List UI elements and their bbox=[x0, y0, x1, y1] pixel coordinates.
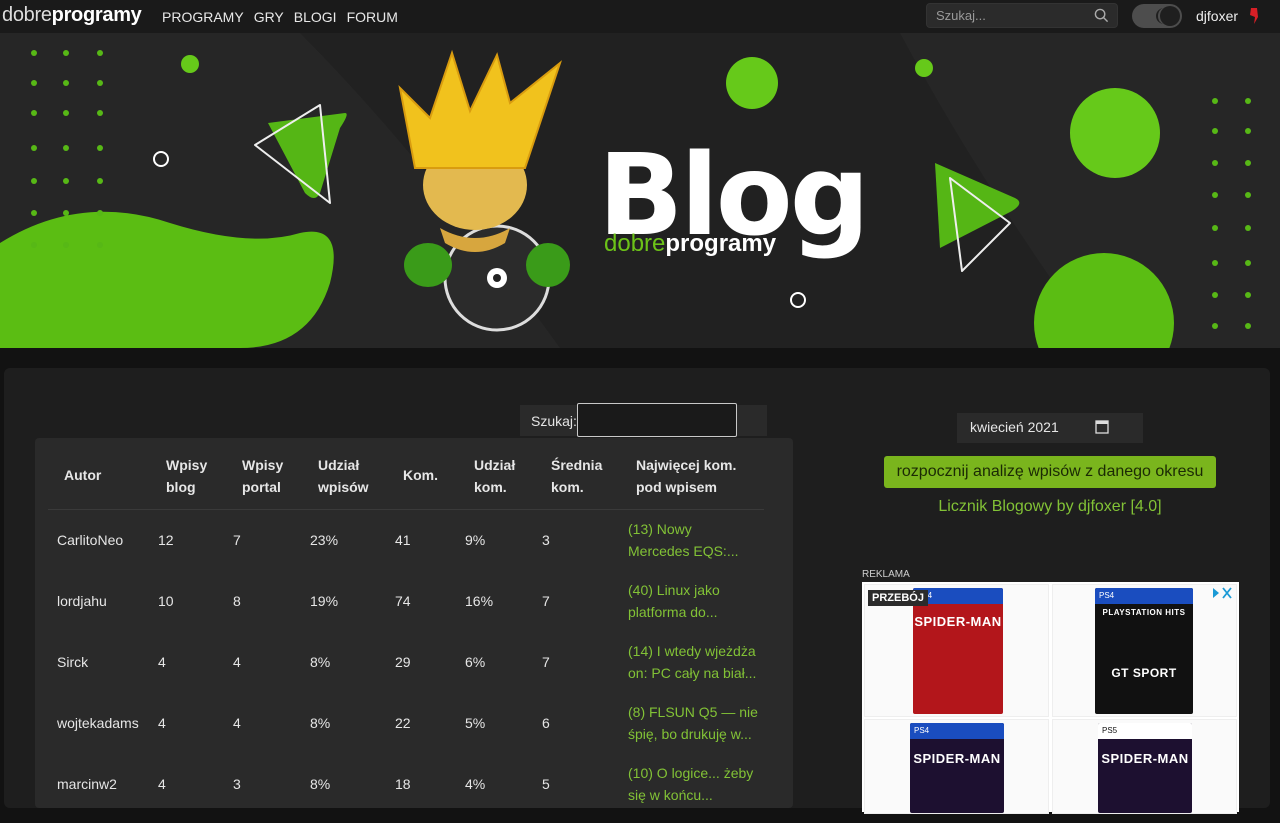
cell-comments: 22 bbox=[395, 715, 411, 731]
ad-tag: PRZEBÓJ bbox=[868, 590, 928, 606]
ad-banner[interactable]: PS4 SPIDER-MAN PRZEBÓJ PS4 PLAYSTATION H… bbox=[862, 582, 1239, 814]
cell-top-post-link[interactable]: (13) Nowy Mercedes EQS:... bbox=[628, 518, 758, 562]
game-cover: PS4 SPIDER-MAN bbox=[913, 588, 1003, 714]
cell-author: marcinw2 bbox=[57, 776, 117, 792]
cell-comments: 29 bbox=[395, 654, 411, 670]
cell-author: Sirck bbox=[57, 654, 89, 670]
ad-label: REKLAMA bbox=[862, 569, 910, 580]
search-icon[interactable] bbox=[1094, 8, 1109, 23]
table-row: lordjahu 10 8 19% 74 16% 7 (40) Linux ja… bbox=[35, 579, 793, 640]
month-value: kwiecień 2021 bbox=[970, 419, 1059, 435]
cell-blog-posts: 4 bbox=[158, 654, 166, 670]
cell-blog-posts: 12 bbox=[158, 532, 174, 548]
cell-comment-share: 5% bbox=[465, 715, 486, 731]
table-row: wojtekadams 4 4 8% 22 5% 6 (8) FLSUN Q5 … bbox=[35, 701, 793, 762]
analyze-button[interactable]: rozpocznij analizę wpisów z danego okres… bbox=[884, 456, 1216, 488]
cell-avg-comments: 7 bbox=[542, 654, 550, 670]
banner-subtitle: dobreprogramy bbox=[604, 230, 777, 257]
cell-author: wojtekadams bbox=[57, 715, 139, 731]
nav-item-programy[interactable]: PROGRAMY bbox=[162, 9, 244, 25]
cell-avg-comments: 3 bbox=[542, 532, 550, 548]
credits-link[interactable]: Licznik Blogowy by djfoxer [4.0] bbox=[884, 498, 1216, 516]
site-search bbox=[926, 3, 1118, 28]
game-cover: PS4 PLAYSTATION HITS GT SPORT bbox=[1095, 588, 1193, 714]
cell-blog-posts: 4 bbox=[158, 715, 166, 731]
cell-comment-share: 9% bbox=[465, 532, 486, 548]
cell-top-post-link[interactable]: (14) I wtedy wjeżdża on: PC cały na biał.… bbox=[628, 640, 758, 684]
col-header-avg-comments[interactable]: Średnia kom. bbox=[551, 454, 602, 498]
blog-stats-table: Autor Wpisy blog Wpisy portal Udział wpisów… bbox=[35, 438, 793, 808]
game-subtitle: PLAYSTATION HITS bbox=[1102, 608, 1186, 617]
top-navbar: dobreprogramy PROGRAMY GRY BLOGI FORUM d… bbox=[0, 0, 1280, 33]
game-title: GT SPORT bbox=[1111, 666, 1177, 680]
nav-item-gry[interactable]: GRY bbox=[254, 9, 284, 25]
game-title: SPIDER-MAN bbox=[914, 614, 1002, 629]
cell-portal-posts: 4 bbox=[233, 654, 241, 670]
col-header-blog-posts[interactable]: Wpisy blog bbox=[166, 454, 207, 498]
cell-avg-comments: 6 bbox=[542, 715, 550, 731]
col-header-comments[interactable]: Kom. bbox=[403, 464, 438, 486]
cell-portal-posts: 8 bbox=[233, 593, 241, 609]
user-badge-icon bbox=[1250, 8, 1258, 24]
cell-comments: 41 bbox=[395, 532, 411, 548]
cell-top-post-link[interactable]: (10) O logice... żeby się w końcu... bbox=[628, 762, 758, 806]
cell-post-share: 8% bbox=[310, 776, 331, 792]
dark-mode-toggle[interactable] bbox=[1132, 4, 1182, 28]
ad-choices-icon[interactable] bbox=[1211, 586, 1233, 600]
nav-item-blogi[interactable]: BLOGI bbox=[294, 9, 337, 25]
cell-comment-share: 16% bbox=[465, 593, 494, 609]
main-nav: PROGRAMY GRY BLOGI FORUM bbox=[162, 9, 398, 25]
cell-comment-share: 4% bbox=[465, 776, 486, 792]
cell-portal-posts: 3 bbox=[233, 776, 241, 792]
cell-avg-comments: 5 bbox=[542, 776, 550, 792]
col-header-post-share[interactable]: Udział wpisów bbox=[318, 454, 369, 498]
blog-banner: Blog dobreprogramy bbox=[0, 33, 1280, 348]
cell-comments: 18 bbox=[395, 776, 411, 792]
platform-label: PS5 bbox=[1098, 723, 1192, 739]
nav-item-forum[interactable]: FORUM bbox=[347, 9, 398, 25]
col-header-author[interactable]: Autor bbox=[64, 464, 101, 486]
cell-post-share: 8% bbox=[310, 715, 331, 731]
cell-avg-comments: 7 bbox=[542, 593, 550, 609]
cell-post-share: 8% bbox=[310, 654, 331, 670]
platform-label: PS4 bbox=[910, 723, 1004, 739]
game-title: SPIDER-MAN bbox=[1101, 751, 1189, 766]
col-header-comment-share[interactable]: Udział kom. bbox=[474, 454, 515, 498]
table-row: CarlitoNeo 12 7 23% 41 9% 3 (13) Nowy Mer… bbox=[35, 518, 793, 579]
table-search-label: Szukaj: bbox=[531, 413, 577, 429]
cell-blog-posts: 10 bbox=[158, 593, 174, 609]
game-title: SPIDER-MAN bbox=[913, 751, 1001, 766]
calendar-icon[interactable] bbox=[1095, 419, 1109, 434]
table-header: Autor Wpisy blog Wpisy portal Udział wpisów… bbox=[48, 438, 764, 510]
table-row: marcinw2 4 3 8% 18 4% 5 (10) O logice...… bbox=[35, 762, 793, 823]
platform-label: PS4 bbox=[1095, 588, 1193, 604]
cell-comment-share: 6% bbox=[465, 654, 486, 670]
cell-author: lordjahu bbox=[57, 593, 107, 609]
ad-product-tile[interactable]: PS4 PLAYSTATION HITS GT SPORT bbox=[1052, 584, 1237, 717]
cell-blog-posts: 4 bbox=[158, 776, 166, 792]
toggle-knob bbox=[1160, 6, 1180, 26]
site-logo[interactable]: dobreprogramy bbox=[2, 4, 142, 27]
cell-comments: 74 bbox=[395, 593, 411, 609]
cell-post-share: 19% bbox=[310, 593, 339, 609]
cell-top-post-link[interactable]: (8) FLSUN Q5 — nie śpię, bo drukuję w... bbox=[628, 701, 758, 745]
cell-top-post-link[interactable]: (40) Linux jako platforma do... bbox=[628, 579, 758, 623]
month-picker[interactable]: kwiecień 2021 bbox=[957, 413, 1143, 443]
table-search: Szukaj: bbox=[520, 403, 767, 437]
cell-portal-posts: 4 bbox=[233, 715, 241, 731]
cell-post-share: 23% bbox=[310, 532, 339, 548]
col-header-top-post[interactable]: Najwięcej kom. pod wpisem bbox=[636, 454, 736, 498]
cell-portal-posts: 7 bbox=[233, 532, 241, 548]
cell-author: CarlitoNeo bbox=[57, 532, 124, 548]
col-header-portal-posts[interactable]: Wpisy portal bbox=[242, 454, 283, 498]
username-link[interactable]: djfoxer bbox=[1196, 8, 1238, 24]
table-search-input[interactable] bbox=[577, 403, 737, 437]
site-search-input[interactable] bbox=[936, 8, 1086, 23]
table-row: Sirck 4 4 8% 29 6% 7 (14) I wtedy wjeżdż… bbox=[35, 640, 793, 701]
